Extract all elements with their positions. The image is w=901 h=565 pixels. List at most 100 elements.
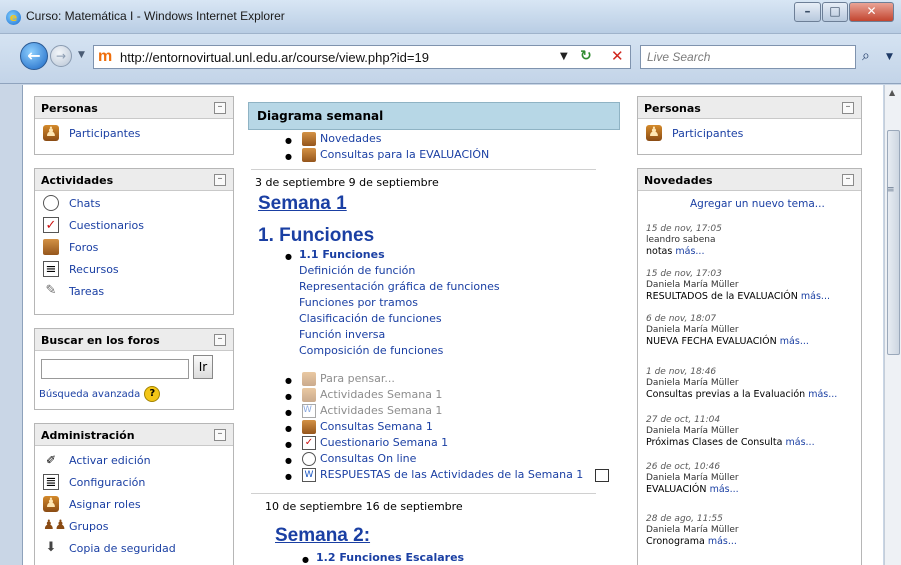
activity-foros[interactable]: Foros <box>43 238 98 256</box>
block-title: Buscar en los foros <box>41 334 160 347</box>
back-button[interactable]: ← <box>20 42 48 70</box>
recent-pages-dropdown-icon[interactable]: ▼ <box>78 50 85 60</box>
topic-link[interactable]: Definición de función <box>299 264 415 277</box>
admin-grupos[interactable]: ♟♟ Grupos <box>43 517 108 535</box>
admin-activar-edicion[interactable]: ✐ Activar edición <box>43 451 151 469</box>
collapse-icon[interactable]: – <box>214 334 226 346</box>
vertical-scrollbar[interactable]: ▲ ≡ <box>884 85 901 565</box>
week-1-link[interactable]: Semana 1 <box>258 193 347 215</box>
activity-tareas[interactable]: ✎ Tareas <box>43 282 105 300</box>
advanced-search-link[interactable]: Búsqueda avanzada <box>39 389 140 400</box>
page-viewport: Personas – ♟ Participantes Actividades –… <box>22 85 883 565</box>
news-item: Consultas previas a la Evaluación más... <box>646 389 838 400</box>
add-topic-link[interactable]: Agregar un nuevo tema... <box>690 198 825 210</box>
collapse-icon[interactable]: – <box>214 174 226 186</box>
scroll-up-icon[interactable]: ▲ <box>889 88 895 97</box>
more-link[interactable]: más... <box>675 246 704 257</box>
search-icon[interactable]: ⌕ <box>862 48 870 64</box>
news-date: 15 de nov, 17:03 <box>646 269 722 279</box>
more-link[interactable]: más... <box>808 389 837 400</box>
admin-copia-seguridad[interactable]: ⬇ Copia de seguridad <box>43 539 176 557</box>
week-2-link[interactable]: Semana 2: <box>275 525 370 547</box>
scroll-thumb[interactable] <box>887 130 900 355</box>
people-icon: ♟ <box>43 125 59 141</box>
forum-icon <box>302 148 316 162</box>
activity-link[interactable]: Consultas Semana 1 <box>320 420 433 433</box>
subtopic-link[interactable]: 1.1 Funciones <box>299 248 385 261</box>
topic-link[interactable]: Composición de funciones <box>299 344 443 357</box>
activity-link[interactable]: Actividades Semana 1 <box>320 388 442 401</box>
news-item: notas más... <box>646 246 705 257</box>
news-author: Daniela María Müller <box>646 325 739 335</box>
forum-search-input[interactable] <box>41 359 189 379</box>
more-link[interactable]: más... <box>780 336 809 347</box>
maximize-button[interactable]: □ <box>822 2 848 22</box>
link-consultas-evaluacion[interactable]: Consultas para la EVALUACIÓN <box>320 148 489 161</box>
backup-icon: ⬇ <box>45 540 57 555</box>
activity-link[interactable]: RESPUESTAS de las Actividades de la Sema… <box>320 468 583 481</box>
news-author: leandro sabena <box>646 235 716 245</box>
more-link[interactable]: más... <box>801 291 830 302</box>
topic-heading: 1. Funciones <box>258 225 375 246</box>
minimize-button[interactable]: – <box>794 2 821 22</box>
search-input[interactable]: Live Search <box>640 45 856 69</box>
block-title: Novedades <box>644 174 713 187</box>
address-dropdown-icon[interactable]: ▼ <box>560 51 568 62</box>
stop-icon[interactable]: ✕ <box>611 47 624 65</box>
address-bar[interactable]: m http://entornovirtual.unl.edu.ar/cours… <box>93 45 631 69</box>
news-item: Próximas Clases de Consulta más... <box>646 437 815 448</box>
activity-link[interactable]: Cuestionario Semana 1 <box>320 436 448 449</box>
forum-icon <box>302 372 316 386</box>
news-item: Cronograma más... <box>646 536 737 547</box>
search-dropdown-icon[interactable]: ▼ <box>886 52 893 62</box>
divider <box>251 169 596 170</box>
week-dates: 10 de septiembre 16 de septiembre <box>265 500 463 513</box>
topic-link[interactable]: Funciones por tramos <box>299 296 418 309</box>
refresh-icon[interactable]: ↻ <box>580 48 592 64</box>
block-novedades: Novedades – Agregar un nuevo tema... 15 … <box>637 168 862 565</box>
collapse-icon[interactable]: – <box>842 102 854 114</box>
address-text[interactable]: http://entornovirtual.unl.edu.ar/course/… <box>120 50 429 65</box>
completion-checkbox[interactable] <box>595 469 609 482</box>
assignment-icon: ✎ <box>45 283 57 298</box>
collapse-icon[interactable]: – <box>214 102 226 114</box>
activity-link[interactable]: Para pensar... <box>320 372 395 385</box>
quiz-icon: ✓ <box>43 217 59 233</box>
help-icon[interactable]: ? <box>144 386 161 402</box>
news-author: Daniela María Müller <box>646 525 739 535</box>
block-title: Personas <box>41 102 98 115</box>
admin-configuracion[interactable]: ≣ Configuración <box>43 473 145 491</box>
more-link[interactable]: más... <box>708 536 737 547</box>
activity-chats[interactable]: Chats <box>43 194 100 212</box>
document-icon: W <box>302 404 316 418</box>
news-date: 27 de oct, 11:04 <box>646 415 721 425</box>
link-novedades[interactable]: Novedades <box>320 132 381 145</box>
participantes-link[interactable]: ♟ Participantes <box>646 124 743 142</box>
forward-button[interactable]: → <box>50 45 72 67</box>
collapse-icon[interactable]: – <box>214 429 226 441</box>
activity-link[interactable]: Consultas On line <box>320 452 416 465</box>
activity-recursos[interactable]: ≡ Recursos <box>43 260 119 278</box>
search-go-button[interactable]: Ir <box>193 355 213 379</box>
more-link[interactable]: más... <box>786 437 815 448</box>
subtopic-link[interactable]: 1.2 Funciones Escalares <box>316 551 464 564</box>
title-bar: e Curso: Matemática I - Windows Internet… <box>0 0 901 34</box>
block-actividades: Actividades – Chats ✓ Cuestionarios Foro… <box>34 168 234 315</box>
more-link[interactable]: más... <box>710 484 739 495</box>
activity-link[interactable]: Actividades Semana 1 <box>320 404 442 417</box>
news-date: 1 de nov, 18:46 <box>646 367 717 377</box>
topic-link[interactable]: Representación gráfica de funciones <box>299 280 500 293</box>
topic-link[interactable]: Función inversa <box>299 328 385 341</box>
forum-icon <box>43 239 59 255</box>
participantes-link[interactable]: ♟ Participantes <box>43 124 140 142</box>
admin-asignar-roles[interactable]: ♟ Asignar roles <box>43 495 141 513</box>
groups-icon: ♟♟ <box>43 518 67 533</box>
close-button[interactable]: ✕ <box>849 2 894 22</box>
news-date: 15 de nov, 17:05 <box>646 224 722 234</box>
course-format-header: Diagrama semanal <box>248 102 620 130</box>
topic-link[interactable]: Clasificación de funciones <box>299 312 442 325</box>
activity-cuestionarios[interactable]: ✓ Cuestionarios <box>43 216 144 234</box>
block-title: Personas <box>644 102 701 115</box>
collapse-icon[interactable]: – <box>842 174 854 186</box>
news-author: Daniela María Müller <box>646 378 739 388</box>
